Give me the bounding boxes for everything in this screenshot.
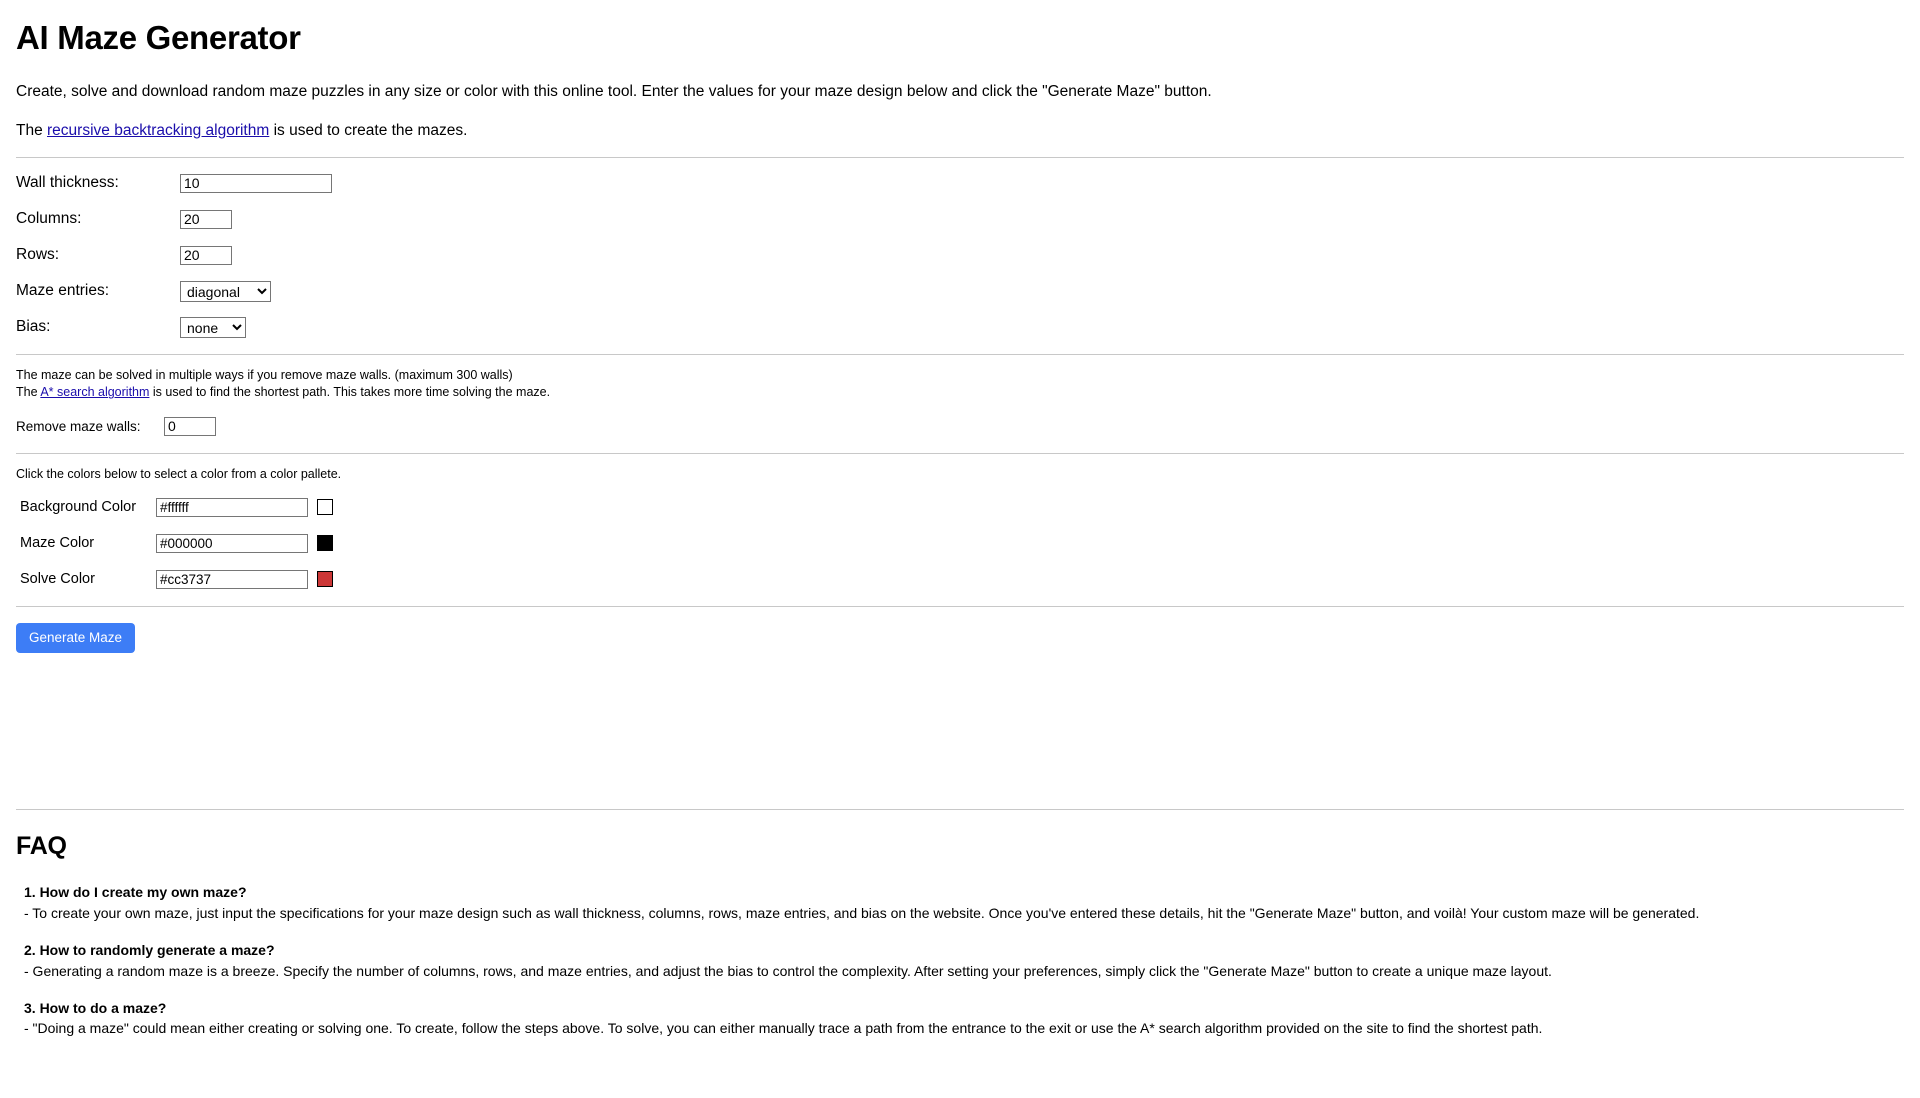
background-color-input[interactable] <box>156 497 308 517</box>
colors-note-block: Click the colors below to select a color… <box>16 466 1904 482</box>
maze-output-area <box>16 653 1904 793</box>
bias-select[interactable]: none <box>180 316 246 338</box>
faq-question: 2. How to randomly generate a maze? <box>24 941 275 958</box>
wall-thickness-row: Wall thickness: <box>16 172 1904 194</box>
bias-label: Bias: <box>16 318 51 336</box>
background-color-swatch[interactable] <box>317 499 333 516</box>
remove-maze-walls-input[interactable] <box>164 417 216 437</box>
astar-suffix-text: is used to find the shortest path. This … <box>149 385 551 400</box>
rows-row: Rows: <box>16 244 1904 266</box>
solve-color-row: Solve Color <box>16 568 1904 590</box>
intro-paragraph: Create, solve and download random maze p… <box>16 82 1212 100</box>
faq-question: 3. How to do a maze? <box>24 999 167 1016</box>
wall-thickness-label: Wall thickness: <box>16 174 119 192</box>
maze-entries-select[interactable]: diagonal <box>180 280 271 302</box>
solve-color-input[interactable] <box>156 569 308 589</box>
faq-item: 1. How do I create my own maze? - To cre… <box>16 883 1904 923</box>
rows-label: Rows: <box>16 246 60 264</box>
maze-color-label: Maze Color <box>20 535 95 552</box>
maze-entries-row: Maze entries: diagonal <box>16 280 1904 302</box>
solve-note-line-2: The A* search algorithm is used to find … <box>16 384 1904 400</box>
rows-input[interactable] <box>180 245 232 265</box>
remove-maze-walls-label: Remove maze walls: <box>16 419 141 435</box>
columns-label: Columns: <box>16 210 82 228</box>
background-color-label: Background Color <box>20 499 137 516</box>
solve-note-block: The maze can be solved in multiple ways … <box>16 367 1904 400</box>
recursive-backtracking-link[interactable]: recursive backtracking algorithm <box>47 122 269 139</box>
wall-thickness-input[interactable] <box>180 173 332 193</box>
faq-item: 3. How to do a maze? - "Doing a maze" co… <box>16 999 1904 1039</box>
maze-color-swatch[interactable] <box>317 535 333 552</box>
generate-maze-button[interactable]: Generate Maze <box>16 623 136 653</box>
solve-color-label: Solve Color <box>20 571 95 588</box>
solve-note-line-1: The maze can be solved in multiple ways … <box>16 368 513 383</box>
algorithm-paragraph: The recursive backtracking algorithm is … <box>16 121 1904 142</box>
columns-input[interactable] <box>180 209 232 229</box>
faq-answer: - To create your own maze, just input th… <box>24 904 1700 921</box>
colors-note: Click the colors below to select a color… <box>16 467 342 482</box>
maze-color-row: Maze Color <box>16 532 1904 554</box>
faq-answer: - "Doing a maze" could mean either creat… <box>24 1020 1543 1037</box>
faq-question: 1. How do I create my own maze? <box>24 883 247 900</box>
faq-list: 1. How do I create my own maze? - To cre… <box>16 883 1904 1038</box>
faq-item: 2. How to randomly generate a maze? - Ge… <box>16 941 1904 981</box>
maze-entries-label: Maze entries: <box>16 282 110 300</box>
algorithm-prefix-text: The <box>16 121 48 139</box>
faq-answer: - Generating a random maze is a breeze. … <box>24 962 1552 979</box>
divider-colors <box>16 453 1904 455</box>
page-title: AI Maze Generator <box>16 19 301 56</box>
solve-color-swatch[interactable] <box>317 571 333 588</box>
divider-solve <box>16 354 1904 356</box>
divider-generate <box>16 606 1904 608</box>
divider-top <box>16 157 1904 159</box>
divider-faq <box>16 808 1904 810</box>
page-container: AI Maze Generator Create, solve and down… <box>0 18 1920 1038</box>
algorithm-suffix-text: is used to create the mazes. <box>269 121 468 139</box>
faq-heading: FAQ <box>16 831 67 860</box>
astar-prefix-text: The <box>16 385 41 400</box>
bias-row: Bias: none <box>16 316 1904 338</box>
maze-color-input[interactable] <box>156 533 308 553</box>
columns-row: Columns: <box>16 208 1904 230</box>
astar-search-algorithm-link[interactable]: A* search algorithm <box>40 385 149 399</box>
background-color-row: Background Color <box>16 496 1904 518</box>
remove-maze-walls-row: Remove maze walls: <box>16 416 1904 437</box>
